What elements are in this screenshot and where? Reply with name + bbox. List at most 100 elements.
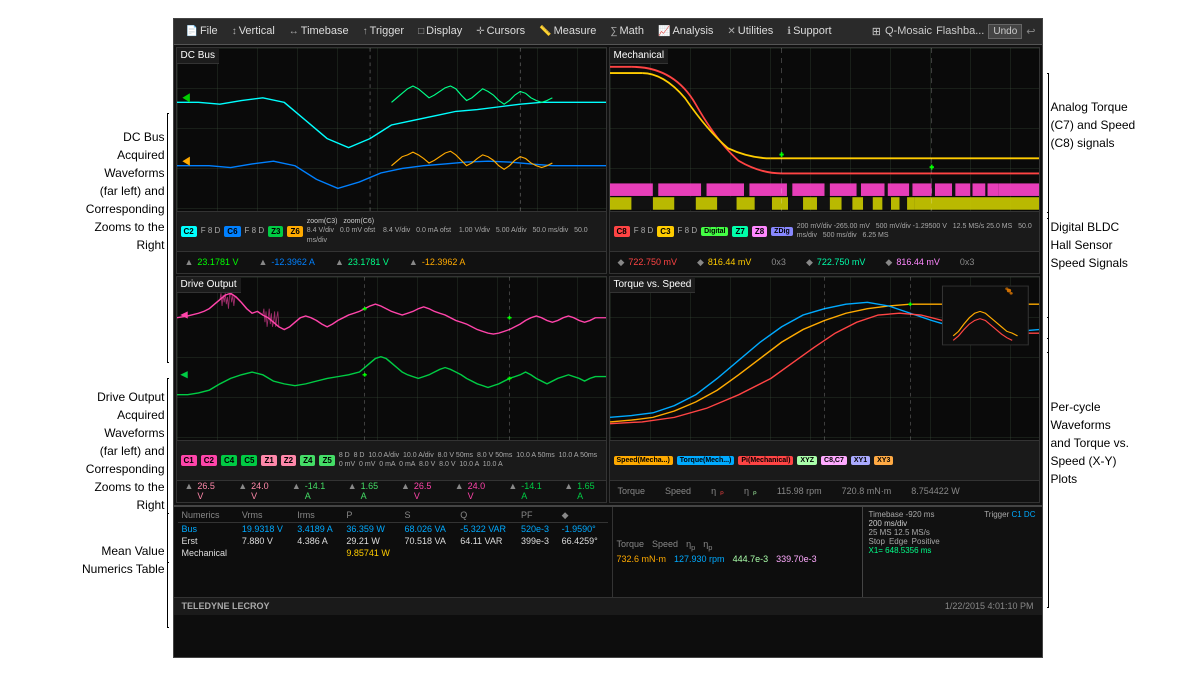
menu-measure[interactable]: 📏 Measure bbox=[533, 23, 602, 39]
dc-bus-meas: ▲23.1781 V ▲-12.3962 A ▲23.1781 V ▲-12.3… bbox=[177, 251, 606, 273]
menu-math[interactable]: ∑ Math bbox=[604, 23, 650, 39]
ch-zdig-badge: ZDig bbox=[771, 227, 793, 236]
mechanical-canvas[interactable] bbox=[610, 48, 1039, 211]
ch-xy1-badge: XY1 bbox=[851, 456, 870, 465]
bottom-section: Numerics Vrms Irms P S Q PF ◆ bbox=[174, 505, 1042, 657]
meas-ts-rpm: Torque bbox=[618, 486, 646, 496]
meas-drv-v4: ▲24.0 V bbox=[455, 481, 489, 501]
drive-output-title: Drive Output bbox=[177, 277, 241, 293]
ch-c6-info: F 8 D bbox=[245, 226, 265, 236]
mechanical-meas: ◆722.750 mV ◆816.44 mV 0x3 ◆722.750 mV ◆… bbox=[610, 251, 1039, 273]
ch-c2-info: F 8 D bbox=[201, 226, 221, 236]
right-numerics: Torque Speed ηp ηp 732.6 mN·m 127.930 rp… bbox=[612, 507, 862, 597]
torque-speed-meas: Torque Speed ηₚ ηₚ 115.98 rpm bbox=[610, 480, 1039, 502]
dc-bus-title: DC Bus bbox=[177, 48, 219, 64]
numerics-annotation: Mean Value Numerics Table bbox=[82, 542, 164, 578]
dc-bus-canvas[interactable] bbox=[177, 48, 606, 211]
meas-ts-eta2: ηₚ bbox=[744, 486, 757, 497]
ch-c8-badge: C8 bbox=[614, 226, 630, 237]
oscilloscope-display: 📄 File ↕ Vertical ↔ Timebase ↑ Trigger □… bbox=[173, 18, 1043, 658]
ch-c8-info: F 8 D bbox=[634, 226, 654, 236]
numerics-table: Numerics Vrms Irms P S Q PF ◆ bbox=[178, 509, 608, 559]
torque-speed-panel: Torque vs. Speed bbox=[609, 276, 1040, 503]
ch-c2-badge: C2 bbox=[181, 226, 197, 237]
meas-a2: ▲-12.3962 A bbox=[409, 257, 465, 267]
drive-output-annotation: Drive Output Acquired Waveforms (far lef… bbox=[86, 388, 165, 514]
status-bar: TELEDYNE LECROY 1/22/2015 4:01:10 PM bbox=[174, 597, 1042, 615]
torque-speed-info: Speed(Mecha...) Torque(Mech...) Pi(Mecha… bbox=[610, 440, 1039, 480]
meas-hex1: 0x3 bbox=[771, 257, 786, 267]
meas-hex2: 0x3 bbox=[960, 257, 975, 267]
meas-ts-torque-val: 720.8 mN·m bbox=[842, 486, 892, 496]
ch-z2-badge: Z2 bbox=[281, 455, 296, 466]
numerics-section: Numerics Vrms Irms P S Q PF ◆ bbox=[174, 507, 1042, 597]
meas-mv2: ◆816.44 mV bbox=[697, 257, 751, 268]
menu-cursors[interactable]: ✛ Cursors bbox=[470, 23, 531, 39]
drive-output-panel: Drive Output bbox=[176, 276, 607, 503]
ch-c2-do-badge: C2 bbox=[201, 455, 217, 466]
ch-xy3-badge: XY3 bbox=[874, 456, 893, 465]
menu-timebase[interactable]: ↔ Timebase bbox=[283, 23, 355, 39]
per-cycle-annotation: Per-cycle Waveforms and Torque vs. Speed… bbox=[1051, 398, 1130, 488]
waveform-panels: DC Bus bbox=[174, 45, 1042, 505]
meas-ts-speed: Speed bbox=[665, 486, 691, 496]
mech-ch-details: 200 mV/div -265.00 mV 500 mV/div -1.2950… bbox=[797, 222, 1035, 240]
drive-output-canvas[interactable] bbox=[177, 277, 606, 440]
meas-a1: ▲-12.3962 A bbox=[258, 257, 314, 267]
ch-torque-badge: Torque(Mech...) bbox=[677, 456, 735, 465]
table-row-bus: Bus 19.9318 V 3.4189 A 36.359 W 68.026 V… bbox=[178, 522, 608, 535]
meas-ts-rpm-val: 115.98 rpm bbox=[777, 486, 822, 496]
mechanical-info: C8 F 8 D C3 F 8 D Digital Z7 Z8 ZDig 200… bbox=[610, 211, 1039, 251]
ch-z8-badge: Z8 bbox=[752, 226, 767, 237]
meas-mv1: ◆722.750 mV bbox=[618, 257, 677, 268]
ch-xyz-badge: XYZ bbox=[797, 456, 817, 465]
meas-ts-eta1: ηₚ bbox=[711, 486, 724, 497]
timebase-info-box: Timebase -920 ms Trigger C1 DC 200 ms/di… bbox=[862, 507, 1042, 597]
dc-bus-annotation: DC Bus Acquired Waveforms (far left) and… bbox=[86, 128, 165, 254]
torque-speed-canvas[interactable] bbox=[610, 277, 1039, 440]
ch-z3-badge: Z3 bbox=[268, 226, 283, 237]
table-row-erst: Erst 7.880 V 4.386 A 29.21 W 70.518 VA 6… bbox=[178, 535, 608, 547]
numerics-table-area: Numerics Vrms Irms P S Q PF ◆ bbox=[174, 507, 612, 597]
ch-c8c7-badge: C8,C7 bbox=[821, 456, 847, 465]
ch-speed-badge: Speed(Mecha...) bbox=[614, 456, 673, 465]
menubar[interactable]: 📄 File ↕ Vertical ↔ Timebase ↑ Trigger □… bbox=[174, 19, 1042, 45]
ch-pi-badge: Pi(Mechanical) bbox=[738, 456, 793, 465]
drive-output-info: C1 C2 C4 C5 Z1 Z2 Z4 Z5 8 D 8 D 10.0 A/d… bbox=[177, 440, 606, 480]
table-row-mechanical: Mechanical 9.85741 W bbox=[178, 547, 608, 559]
ch-c3-badge: C3 bbox=[657, 226, 673, 237]
ch-c5-badge: C5 bbox=[241, 455, 257, 466]
ch-z7-badge: Z7 bbox=[732, 226, 747, 237]
menu-analysis[interactable]: 📈 Analysis bbox=[652, 23, 719, 39]
meas-mv3: ◆722.750 mV bbox=[806, 257, 865, 268]
drive-ch-details: 8 D 8 D 10.0 A/div 10.0 A/div 8.0 V 50ms… bbox=[339, 451, 602, 469]
meas-drv-a2: ▲1.65 A bbox=[348, 481, 381, 501]
hall-sensor-annotation: Digital BLDC Hall Sensor Speed Signals bbox=[1051, 218, 1128, 272]
ch-z4-badge: Z4 bbox=[300, 455, 315, 466]
right-num-row2: 732.6 mN·m 127.930 rpm 444.7e-3 339.70e-… bbox=[617, 554, 858, 564]
meas-mv4: ◆816.44 mV bbox=[885, 257, 939, 268]
undo-button[interactable]: Undo bbox=[988, 24, 1022, 39]
menu-display[interactable]: □ Display bbox=[412, 23, 468, 39]
meas-drv-a3: ▲-14.1 A bbox=[508, 481, 544, 501]
dc-bus-panel: DC Bus bbox=[176, 47, 607, 274]
mechanical-title: Mechanical bbox=[610, 48, 669, 64]
menu-trigger[interactable]: ↑ Trigger bbox=[357, 23, 410, 39]
analog-torque-annotation: Analog Torque (C7) and Speed (C8) signal… bbox=[1051, 98, 1136, 152]
menu-support[interactable]: ℹ Support bbox=[781, 23, 837, 39]
menu-vertical[interactable]: ↕ Vertical bbox=[226, 23, 281, 39]
menubar-right: ⊞ Q-Mosaic Flashba... Undo ↩ bbox=[872, 24, 1036, 39]
left-annotations: DC Bus Acquired Waveforms (far left) and… bbox=[0, 58, 173, 618]
ch-c1-badge: C1 bbox=[181, 455, 197, 466]
ch-zoom-info: zoom(C3) zoom(C6) 8.4 V/div 0.0 mV ofst … bbox=[307, 217, 602, 244]
ch-z5-badge: Z5 bbox=[319, 455, 334, 466]
meas-drv-v3: ▲26.5 V bbox=[401, 481, 435, 501]
right-num-row1: Torque Speed ηp ηp bbox=[617, 539, 858, 552]
meas-drv-v1: ▲26.5 V bbox=[185, 481, 219, 501]
menu-utilities[interactable]: ✕ Utilities bbox=[721, 23, 779, 39]
meas-drv-a4: ▲1.65 A bbox=[564, 481, 597, 501]
torque-speed-title: Torque vs. Speed bbox=[610, 277, 696, 293]
right-annotations: Analog Torque (C7) and Speed (C8) signal… bbox=[1043, 18, 1200, 658]
menu-file[interactable]: 📄 File bbox=[180, 23, 224, 39]
meas-drv-a1: ▲-14.1 A bbox=[292, 481, 328, 501]
